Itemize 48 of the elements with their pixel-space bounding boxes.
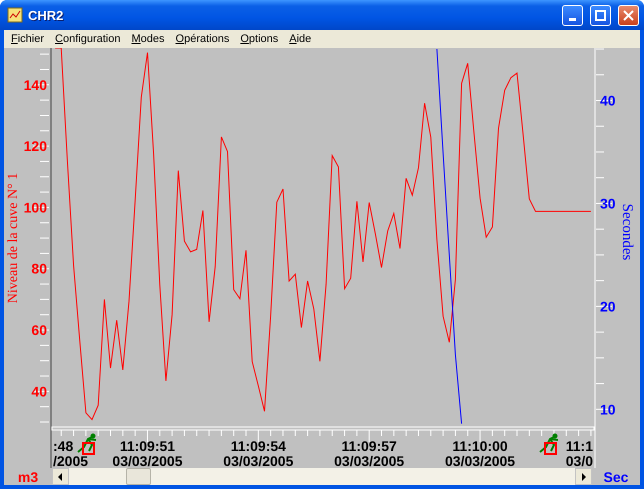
date-tick-label: 03/03/2005 bbox=[112, 453, 182, 468]
horizontal-scrollbar[interactable] bbox=[52, 468, 592, 485]
maximize-button[interactable] bbox=[590, 4, 611, 26]
y-tick-label: 100 bbox=[24, 199, 47, 216]
maximize-icon bbox=[595, 10, 606, 20]
left-arrow-icon bbox=[58, 472, 63, 480]
y2-tick-label: 40 bbox=[600, 92, 616, 108]
date-tick-label: 03/03/2005 bbox=[445, 453, 516, 468]
y2-tick-label: 10 bbox=[600, 401, 616, 418]
close-button[interactable] bbox=[618, 4, 639, 26]
y-tick-label: 120 bbox=[24, 138, 47, 154]
y-tick-label: 80 bbox=[31, 260, 47, 277]
right-arrow-icon bbox=[581, 472, 586, 480]
y-tick-label: 140 bbox=[24, 76, 47, 93]
left-unit-label: m3 bbox=[16, 468, 40, 484]
minimize-button[interactable] bbox=[562, 4, 583, 26]
right-unit-label: Sec bbox=[602, 468, 630, 484]
y-axis-title: Niveau de la cuve N° 1 bbox=[6, 172, 21, 304]
scroll-thumb[interactable] bbox=[126, 468, 151, 485]
menu-item[interactable]: Fichier bbox=[6, 33, 50, 45]
date-tick-label: 03/03/2005 bbox=[334, 453, 404, 468]
time-tick-label: :48 bbox=[53, 438, 74, 454]
y2-axis-title: Secondes bbox=[619, 204, 635, 260]
menu-item[interactable]: Opérations bbox=[170, 33, 236, 45]
time-tick-label: 11:09:51 bbox=[120, 438, 176, 454]
y2-tick-label: 20 bbox=[600, 298, 616, 314]
menu-item[interactable]: Configuration bbox=[50, 33, 126, 45]
close-icon bbox=[623, 10, 634, 20]
menu-item[interactable]: Aide bbox=[284, 33, 318, 45]
time-tick-label: 11:09:54 bbox=[230, 438, 286, 454]
time-tick-label: 11:09:57 bbox=[342, 438, 397, 454]
date-tick-label: 03/0 bbox=[566, 453, 593, 468]
date-tick-label: 03/03/2005 bbox=[223, 453, 294, 468]
window-title: CHR2 bbox=[28, 8, 64, 22]
minimize-icon bbox=[569, 18, 576, 20]
y2-tick-label: 30 bbox=[600, 195, 616, 212]
scroll-left-button[interactable] bbox=[52, 468, 69, 485]
date-tick-label: /2005 bbox=[53, 453, 88, 468]
y-tick-label: 60 bbox=[31, 322, 47, 338]
menu-item[interactable]: Modes bbox=[126, 33, 171, 45]
y-tick-label: 40 bbox=[31, 383, 47, 400]
scroll-right-button[interactable] bbox=[575, 468, 592, 485]
runner-marker-icon bbox=[539, 434, 559, 455]
time-tick-label: 11:10:00 bbox=[452, 438, 508, 454]
runner-marker-icon bbox=[77, 434, 97, 455]
chart-app-icon bbox=[7, 7, 23, 23]
time-tick-label: 11:1 bbox=[566, 438, 593, 454]
menu-item[interactable]: Options bbox=[235, 33, 284, 45]
